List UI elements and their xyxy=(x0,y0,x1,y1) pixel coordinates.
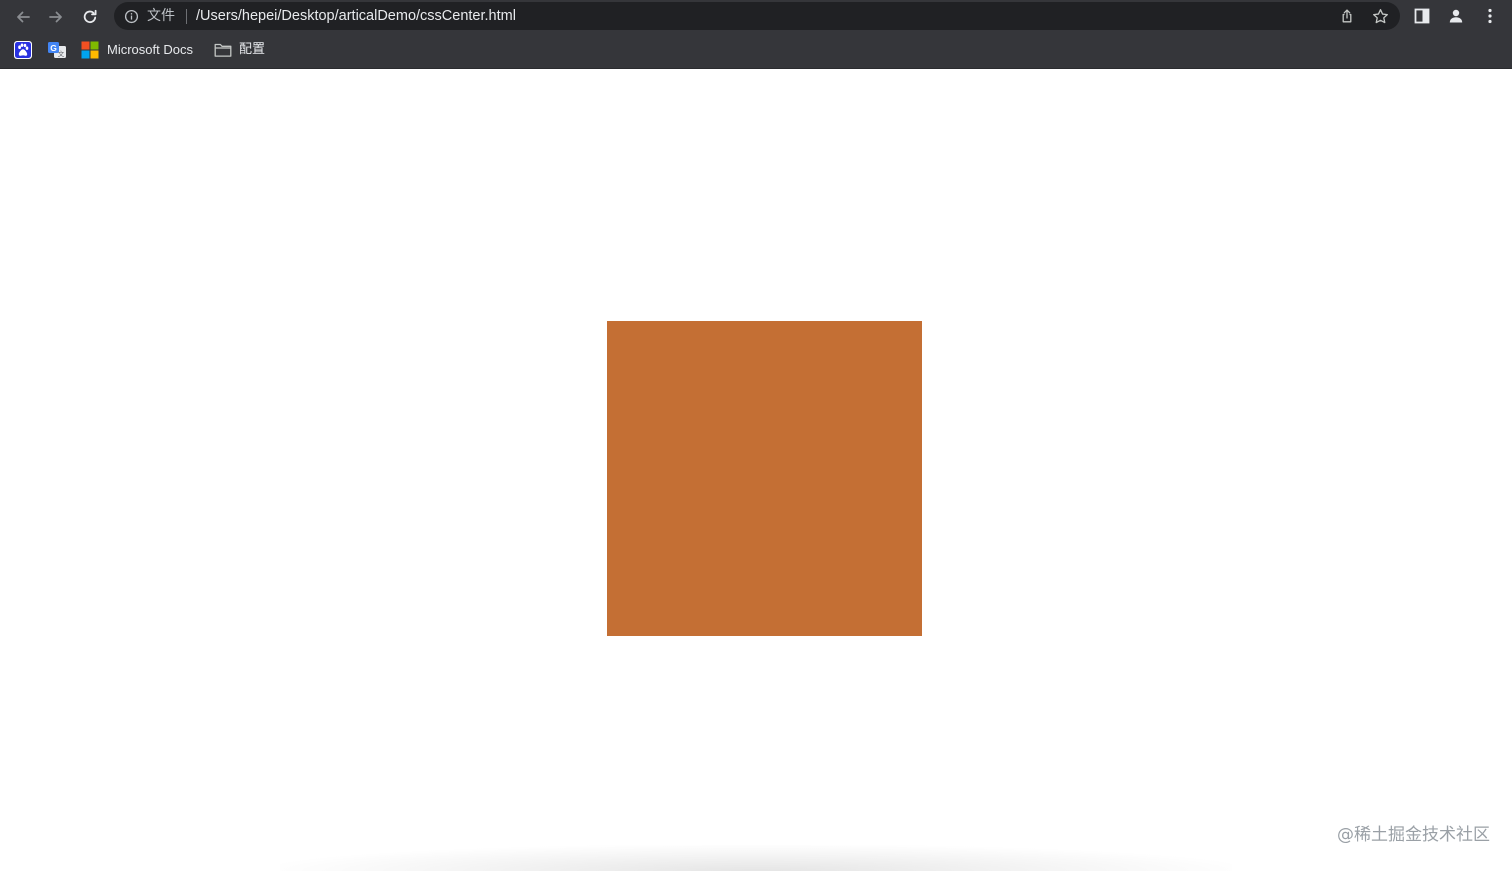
profile-button[interactable] xyxy=(1446,6,1466,26)
kebab-menu-icon xyxy=(1488,8,1492,24)
bookmark-label: Microsoft Docs xyxy=(107,42,193,57)
site-info-label: 文件 xyxy=(147,8,175,24)
browser-window: 文件 /Users/hepei/Desktop/articalDemo/cssC… xyxy=(0,0,1512,871)
baidu-paw-icon xyxy=(14,41,32,59)
side-panel-button[interactable] xyxy=(1412,6,1432,26)
bookmarks-bar: G 文 Microsoft Docs 配置 xyxy=(0,33,1512,69)
forward-button[interactable] xyxy=(43,4,69,30)
bookmark-folder-config[interactable]: 配置 xyxy=(214,40,265,60)
folder-icon xyxy=(214,43,232,57)
svg-text:G: G xyxy=(50,43,57,53)
info-circle-icon xyxy=(124,9,139,23)
side-panel-icon xyxy=(1414,8,1430,24)
browser-toolbar: 文件 /Users/hepei/Desktop/articalDemo/cssC… xyxy=(0,0,1512,33)
google-translate-icon: G 文 xyxy=(48,42,66,58)
star-icon xyxy=(1372,8,1388,23)
address-bar[interactable]: 文件 /Users/hepei/Desktop/articalDemo/cssC… xyxy=(114,2,1400,30)
bookmark-label: 配置 xyxy=(239,42,266,57)
bottom-shadow xyxy=(280,845,1232,871)
centered-box xyxy=(607,321,922,636)
site-info-chip[interactable]: 文件 xyxy=(124,8,175,24)
watermark: @稀土掘金技术社区 xyxy=(1337,825,1490,845)
share-icon xyxy=(1342,9,1352,23)
microsoft-logo-icon xyxy=(81,41,99,59)
bookmark-star-button[interactable] xyxy=(1370,6,1390,26)
url-text[interactable]: /Users/hepei/Desktop/articalDemo/cssCent… xyxy=(196,7,516,25)
share-button[interactable] xyxy=(1337,6,1357,26)
address-separator xyxy=(186,9,187,24)
arrow-right-icon xyxy=(49,11,62,23)
back-button[interactable] xyxy=(10,4,36,30)
bookmark-microsoft-docs[interactable]: Microsoft Docs xyxy=(81,40,193,60)
profile-icon xyxy=(1449,9,1463,23)
page-content: @稀土掘金技术社区 xyxy=(0,69,1512,871)
menu-button[interactable] xyxy=(1480,6,1500,26)
reload-button[interactable] xyxy=(77,4,103,30)
bookmark-google-translate[interactable]: G 文 xyxy=(48,40,74,60)
bookmark-baidu[interactable] xyxy=(14,40,40,60)
svg-text:文: 文 xyxy=(58,49,65,58)
reload-icon xyxy=(83,9,97,24)
arrow-left-icon xyxy=(17,11,30,23)
